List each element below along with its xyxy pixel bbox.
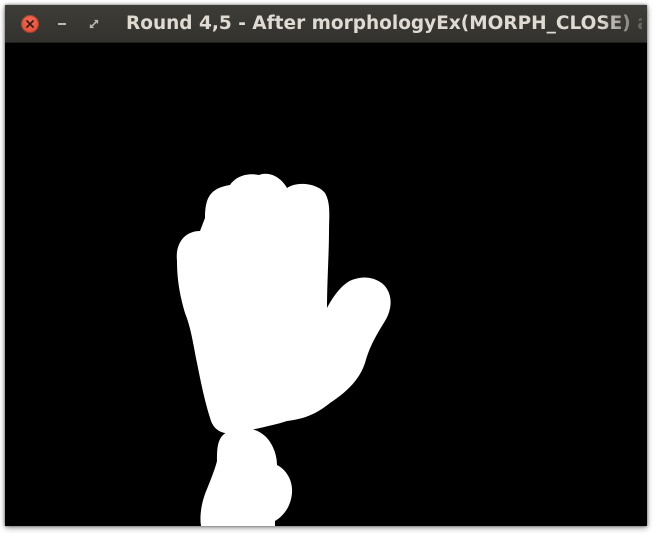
maximize-button[interactable] [85, 15, 103, 33]
binary-mask-image [5, 43, 647, 526]
image-window: Round 4,5 - After morphologyEx(MORPH_CLO… [5, 5, 647, 526]
close-button[interactable] [21, 15, 39, 33]
title-bar[interactable]: Round 4,5 - After morphologyEx(MORPH_CLO… [5, 5, 647, 43]
minimize-button[interactable] [53, 15, 71, 33]
image-canvas [5, 43, 647, 526]
maximize-icon [89, 19, 99, 29]
close-icon [26, 20, 34, 28]
window-title: Round 4,5 - After morphologyEx(MORPH_CLO… [126, 13, 642, 34]
minimize-icon [58, 23, 66, 25]
